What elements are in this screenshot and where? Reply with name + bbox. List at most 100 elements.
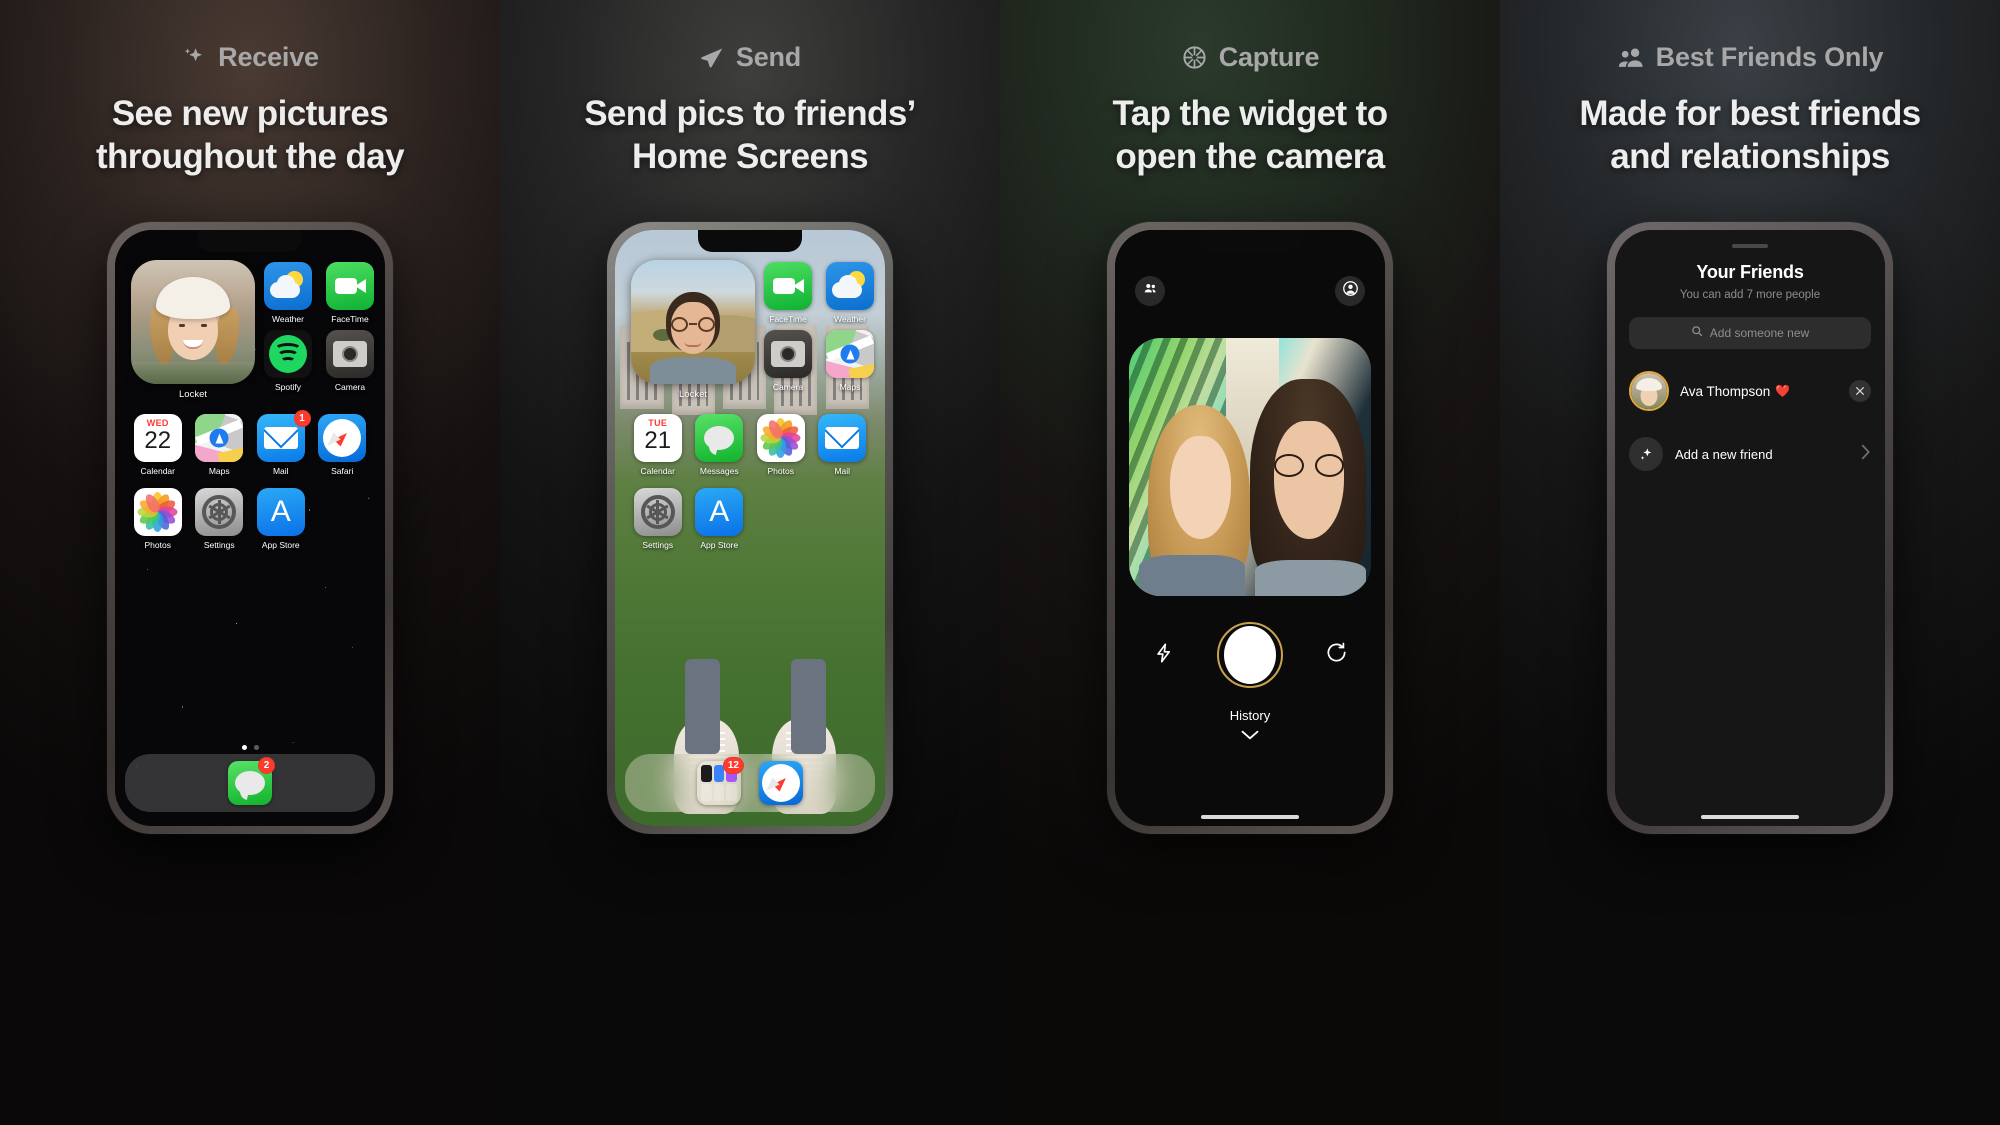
history-section[interactable]: History xyxy=(1115,708,1385,746)
paper-plane-icon xyxy=(699,45,725,71)
history-label: History xyxy=(1229,708,1271,723)
weather-icon xyxy=(264,262,312,310)
facetime-icon xyxy=(326,262,374,310)
app-camera[interactable]: Camera xyxy=(764,330,812,392)
flash-button[interactable] xyxy=(1153,642,1175,669)
app-grid-row-3: Settings A App Store xyxy=(631,488,869,550)
app-grid-row-2: WED 22 Calendar Maps 1 Mail Safari xyxy=(131,410,370,476)
eyebrow-label: Capture xyxy=(1218,42,1320,72)
calendar-day: 22 xyxy=(144,427,172,454)
phone-screen: History xyxy=(1115,230,1385,826)
app-maps[interactable]: Maps xyxy=(826,330,874,392)
locket-widget[interactable] xyxy=(131,260,255,384)
headline-line-1: See new pictures xyxy=(111,94,389,133)
app-store-icon: A xyxy=(695,488,744,536)
friends-button[interactable] xyxy=(1135,276,1165,306)
app-photos[interactable]: Photos xyxy=(754,414,808,476)
app-mail[interactable]: Mail xyxy=(816,414,870,476)
flip-camera-button[interactable] xyxy=(1325,641,1348,669)
page-dots[interactable] xyxy=(115,745,385,750)
eyebrow-label: Receive xyxy=(218,42,319,72)
notch xyxy=(698,230,802,252)
app-calendar[interactable]: TUE 21 Calendar xyxy=(631,414,685,476)
aperture-icon xyxy=(1181,44,1208,71)
shutter-inner xyxy=(1223,626,1276,684)
app-label: App Store xyxy=(700,540,739,550)
chevron-right-icon xyxy=(1860,444,1871,465)
app-messages[interactable]: Messages xyxy=(693,414,747,476)
app-facetime[interactable]: FaceTime xyxy=(764,262,812,324)
headline-line-1: Send pics to friends’ xyxy=(584,94,916,133)
headline-line-2: open the camera xyxy=(1115,136,1385,176)
panel-header: Capture Tap the widget to open the camer… xyxy=(1000,0,1500,178)
app-spotify[interactable]: Spotify xyxy=(264,330,312,392)
add-new-friend-row[interactable]: Add a new friend xyxy=(1629,437,1871,471)
app-calendar[interactable]: WED 22 Calendar xyxy=(131,414,185,476)
app-app-store[interactable]: A App Store xyxy=(693,488,747,550)
app-label: Safari xyxy=(331,466,354,476)
dock-app-safari[interactable] xyxy=(759,761,803,805)
photos-icon xyxy=(133,488,182,536)
calendar-icon: TUE 21 xyxy=(633,414,682,462)
headline-line-1: Tap the widget to xyxy=(1112,94,1389,133)
app-weather[interactable]: Weather xyxy=(826,262,874,324)
spotify-icon xyxy=(264,330,312,378)
app-camera[interactable]: Camera xyxy=(326,330,374,392)
avatar xyxy=(1629,371,1669,411)
app-label: Settings xyxy=(203,540,235,550)
app-photos[interactable]: Photos xyxy=(131,488,185,550)
viewfinder-photo xyxy=(1129,338,1371,596)
search-icon xyxy=(1691,324,1703,342)
friend-name: Ava Thompson xyxy=(1680,383,1771,399)
phone-mockup-receive: Locket Weather FaceTime Spotify Camera W… xyxy=(107,222,393,834)
app-weather[interactable]: Weather xyxy=(264,262,312,324)
panel-header: Receive See new pictures throughout the … xyxy=(0,0,500,178)
app-settings[interactable]: Settings xyxy=(193,488,247,550)
add-new-friend-label: Add a new friend xyxy=(1675,446,1773,462)
sheet-grabber[interactable] xyxy=(1732,244,1768,248)
home-indicator xyxy=(1201,815,1299,819)
locket-widget[interactable] xyxy=(631,260,755,384)
profile-icon xyxy=(1342,280,1359,302)
widget-photo xyxy=(631,260,755,384)
app-label: FaceTime xyxy=(331,314,369,324)
headline-line-2: throughout the day xyxy=(95,136,405,176)
headline-line-1: Made for best friends xyxy=(1579,94,1921,133)
phone-mockup-capture: History xyxy=(1107,222,1393,834)
app-app-store[interactable]: A App Store xyxy=(254,488,308,550)
app-grid-row-3: Photos Settings A App Store xyxy=(131,488,369,550)
settings-icon xyxy=(633,488,682,536)
settings-icon xyxy=(195,488,244,536)
add-someone-new-input[interactable]: Add someone new xyxy=(1629,317,1871,349)
locket-widget-label: Locket xyxy=(679,389,707,400)
app-mail[interactable]: 1 Mail xyxy=(254,410,311,476)
dock-app-messages[interactable]: 2 xyxy=(228,757,275,805)
phone-screen: Your Friends You can add 7 more people A… xyxy=(1615,230,1885,826)
app-label: Spotify xyxy=(275,382,301,392)
dock-app-folder[interactable]: 12 xyxy=(697,757,744,805)
people-icon xyxy=(1617,44,1645,72)
app-label: Weather xyxy=(834,314,866,324)
page-title: Made for best friends and relationships xyxy=(1500,93,2000,178)
app-maps[interactable]: Maps xyxy=(193,414,247,476)
locket-widget-label: Locket xyxy=(179,389,207,400)
notch xyxy=(1198,230,1302,252)
mail-badge: 1 xyxy=(293,410,311,427)
friends-sheet: Your Friends You can add 7 more people A… xyxy=(1615,230,1885,826)
app-safari[interactable]: Safari xyxy=(316,414,370,476)
folder-badge: 12 xyxy=(722,757,744,774)
app-facetime[interactable]: FaceTime xyxy=(326,262,374,324)
app-settings[interactable]: Settings xyxy=(631,488,685,550)
eyebrow-send: Send xyxy=(500,42,1000,73)
remove-friend-button[interactable] xyxy=(1849,380,1871,402)
page-title: See new pictures throughout the day xyxy=(0,93,500,178)
search-placeholder: Add someone new xyxy=(1709,326,1810,340)
camera-viewfinder[interactable] xyxy=(1129,338,1371,596)
panel-receive: Receive See new pictures throughout the … xyxy=(0,0,500,1125)
shutter-button[interactable] xyxy=(1216,622,1283,688)
app-label: Camera xyxy=(772,382,804,392)
safari-icon xyxy=(318,414,367,462)
profile-button[interactable] xyxy=(1335,276,1365,306)
friend-list-item[interactable]: Ava Thompson ❤️ xyxy=(1629,371,1871,411)
phone-mockup-friends: Your Friends You can add 7 more people A… xyxy=(1607,222,1893,834)
